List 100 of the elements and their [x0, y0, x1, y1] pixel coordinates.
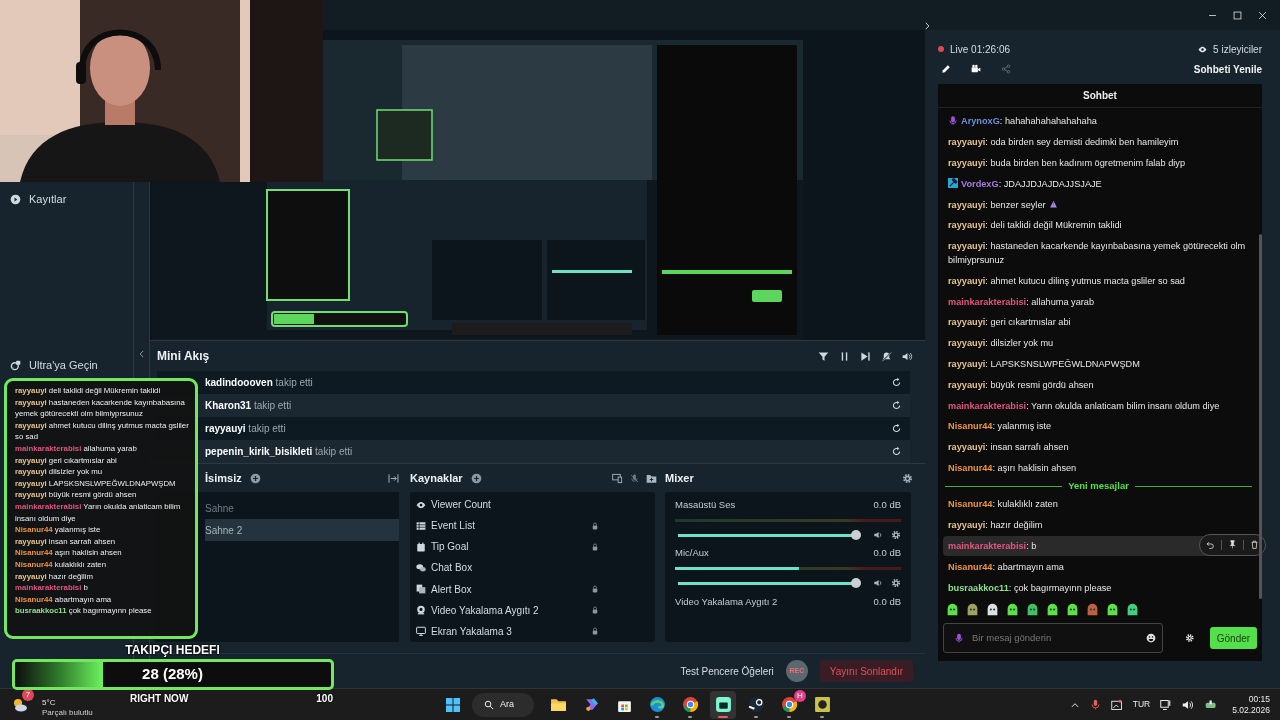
speaker-icon[interactable]: [873, 578, 883, 589]
clock[interactable]: 00:15 5.02.2026: [1232, 693, 1270, 716]
replay-icon[interactable]: [891, 377, 902, 388]
chat-bubbles-icon: [416, 563, 426, 573]
expand-icon[interactable]: [388, 472, 399, 484]
lock-icon[interactable]: [591, 520, 599, 531]
panel-title: İsimsiz: [205, 470, 242, 486]
reply-icon[interactable]: [1206, 540, 1215, 550]
add-icon[interactable]: [470, 472, 482, 484]
pencil-icon[interactable]: [941, 64, 951, 74]
sidebar-item[interactable]: Ultra'ya Geçin: [0, 354, 133, 376]
mute-alerts-icon[interactable]: [881, 350, 892, 362]
emote-icon[interactable]: [1126, 602, 1139, 616]
chat-message: rayyauyi: dilsizler yok mu: [947, 337, 1055, 351]
scene-item[interactable]: Sahne: [205, 497, 399, 519]
skip-icon[interactable]: [860, 350, 871, 362]
notification-badge: H: [794, 689, 806, 702]
taskbar-app[interactable]: [710, 690, 736, 719]
emote-icon[interactable]: [1066, 602, 1079, 616]
filter-icon[interactable]: [818, 350, 829, 362]
feed-event: kadindoooven takip etti: [205, 376, 313, 390]
add-icon[interactable]: [249, 472, 261, 484]
refresh-chat-button[interactable]: Sohbeti Yenile: [1193, 61, 1262, 77]
image-icon[interactable]: [1110, 698, 1123, 711]
end-stream-button[interactable]: Yayını Sonlandır: [819, 660, 913, 682]
emote-icon[interactable]: [966, 602, 979, 616]
message-input[interactable]: Bir mesaj gönderin: [972, 630, 1138, 646]
windows-start-icon[interactable]: [445, 696, 461, 713]
chat-message: Nisanur44: aşırı haklisin ahsen: [947, 461, 1078, 475]
source-item[interactable]: Alert Box: [431, 581, 591, 597]
emote-icon[interactable]: [946, 602, 959, 616]
source-item[interactable]: Viewer Count: [431, 497, 591, 513]
emote-icon[interactable]: [1046, 602, 1059, 616]
send-button[interactable]: Gönder: [1209, 627, 1257, 649]
add-folder-icon[interactable]: [646, 472, 657, 484]
replay-icon[interactable]: [891, 446, 902, 457]
volume-slider[interactable]: [678, 533, 861, 537]
source-item[interactable]: Ekran Yakalama 3: [431, 623, 591, 639]
volume-icon[interactable]: [902, 350, 913, 362]
goal-target: 100: [316, 692, 333, 706]
chat-message: VordexG: JDAJJDJAJDAJJSJAJE: [961, 177, 1103, 191]
panel-title: Kaynaklar: [410, 470, 463, 486]
pause-icon[interactable]: [839, 350, 850, 362]
trash-icon[interactable]: [1250, 540, 1259, 550]
message-box[interactable]: Bir mesaj gönderin: [943, 623, 1163, 653]
goal-label: RIGHT NOW: [130, 692, 189, 706]
source-item[interactable]: Event List: [431, 518, 591, 534]
devices-icon[interactable]: [612, 472, 623, 484]
streaming-app-icon: [714, 696, 732, 713]
settings-icon[interactable]: [891, 530, 901, 540]
goal-value: 28 (28%): [142, 664, 203, 685]
emote-icon[interactable]: [1006, 602, 1019, 616]
channel-reading: 0.0 dB: [873, 497, 901, 512]
battery-icon[interactable]: [1204, 698, 1219, 711]
pin-icon[interactable]: [1228, 540, 1237, 550]
source-item[interactable]: Video Yakalama Aygıtı 2: [431, 602, 591, 618]
lock-icon[interactable]: [591, 626, 599, 637]
search-box[interactable]: Ara: [472, 692, 534, 717]
webcam-icon: [416, 605, 426, 616]
maximize-icon[interactable]: [1232, 9, 1243, 21]
chat-message: rayyauyi: buda birden ben kadınım ögretmenim falab diyp: [947, 156, 1186, 170]
lock-icon[interactable]: [591, 605, 599, 616]
chevron-right-icon[interactable]: [922, 20, 932, 32]
emote-icon[interactable]: [986, 602, 999, 616]
weather-icon[interactable]: [12, 696, 28, 713]
eye-icon: [416, 499, 426, 510]
weather-condition: Parçalı bulutlu: [42, 707, 93, 718]
replay-icon[interactable]: [891, 423, 902, 434]
emoji-icon[interactable]: [1145, 633, 1156, 643]
chat-message: Nisanur44: kulaklıklı zaten: [947, 498, 1059, 512]
lock-icon[interactable]: [591, 584, 599, 595]
language-indicator[interactable]: TUR: [1132, 698, 1151, 711]
sidebar-item[interactable]: Kayıtlar: [0, 188, 133, 210]
close-icon[interactable]: [1257, 9, 1268, 21]
source-item[interactable]: Chat Box: [431, 560, 591, 576]
camera-icon[interactable]: [971, 64, 981, 74]
slider-thumb[interactable]: [850, 577, 861, 588]
source-item[interactable]: Tip Goal: [431, 539, 591, 555]
settings-icon[interactable]: [902, 472, 913, 484]
scene-item[interactable]: Sahne 2: [205, 519, 399, 541]
replay-icon[interactable]: [891, 400, 902, 411]
settings-icon[interactable]: [891, 578, 901, 589]
chat-message: Nisanur44: yalanmış iste: [947, 420, 1053, 434]
slider-thumb[interactable]: [850, 529, 861, 540]
emote-icon[interactable]: [1026, 602, 1039, 616]
ultra-icon: [10, 359, 21, 371]
share-icon[interactable]: [1001, 64, 1011, 74]
test-widgets-link[interactable]: Test Pencere Öğeleri: [680, 663, 774, 679]
mic-off-icon[interactable]: [629, 472, 640, 484]
microphone-icon[interactable]: [1089, 699, 1101, 710]
lock-icon[interactable]: [591, 541, 599, 552]
volume-slider[interactable]: [678, 581, 861, 585]
panel-title: Mini Akış: [157, 348, 210, 365]
network-icon[interactable]: [1160, 698, 1173, 711]
emote-icon[interactable]: [1106, 602, 1119, 616]
speaker-icon[interactable]: [873, 530, 883, 540]
scrollbar[interactable]: [1259, 234, 1262, 599]
feed-event: pepenin_kirik_bisikleti takip etti: [205, 445, 353, 459]
collapse-icon[interactable]: [137, 348, 147, 360]
volume-icon[interactable]: [1182, 698, 1195, 711]
